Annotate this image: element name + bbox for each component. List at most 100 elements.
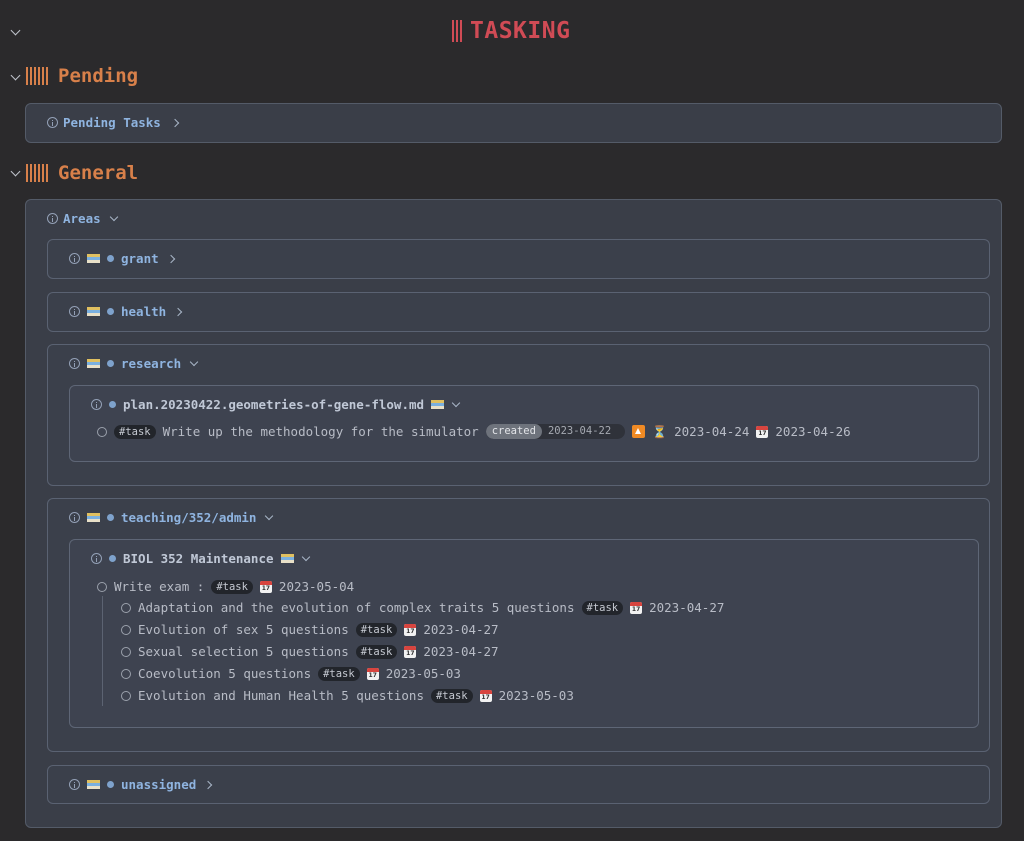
task-row: #task Write up the methodology for the s… [97, 424, 851, 439]
task-checkbox[interactable] [121, 624, 131, 635]
group-research-label[interactable]: research [121, 356, 181, 371]
teaching-file-header[interactable]: BIOL 352 Maintenance [91, 551, 310, 566]
info-icon[interactable] [91, 553, 102, 564]
task-tag[interactable]: #task [430, 688, 473, 703]
teaching-file-name[interactable]: BIOL 352 Maintenance [123, 551, 274, 566]
collapse-all-chevron-down-icon[interactable] [10, 25, 21, 36]
calendar-icon: 17 [366, 667, 379, 680]
info-icon[interactable] [47, 117, 58, 128]
task-tag[interactable]: #task [355, 622, 398, 637]
task-checkbox[interactable] [121, 646, 131, 657]
group-health: health [47, 292, 990, 332]
subtask-row: Coevolution 5 questions #task 17 2023-05… [121, 666, 461, 681]
group-health-header[interactable]: health [69, 304, 183, 319]
group-health-label[interactable]: health [121, 304, 166, 319]
group-unassigned-header[interactable]: unassigned [69, 777, 213, 792]
chevron-right-icon[interactable] [166, 254, 175, 263]
group-teaching-header[interactable]: teaching/352/admin [69, 510, 274, 525]
scheduled-date: 2023-04-24 [674, 424, 750, 439]
task-text: Write up the methodology for the simulat… [162, 424, 479, 439]
parent-task-text: Write exam : [114, 579, 205, 594]
task-tag[interactable]: #task [211, 579, 253, 594]
task-tag[interactable]: #task [318, 666, 360, 681]
task-tag[interactable]: #task [355, 644, 398, 659]
chevron-down-icon[interactable] [189, 357, 199, 367]
info-icon[interactable] [69, 253, 80, 264]
group-grant-header[interactable]: grant [69, 251, 175, 266]
bullet-dot-icon [107, 308, 114, 315]
calendar-icon: 17 [404, 645, 417, 658]
info-icon[interactable] [91, 399, 102, 410]
calendar-icon: 17 [404, 623, 417, 636]
chevron-right-icon[interactable] [170, 118, 180, 127]
chevron-right-icon[interactable] [173, 307, 183, 316]
pending-tasks-label[interactable]: Pending Tasks [63, 115, 161, 130]
bullet-dot-icon [109, 555, 116, 562]
card-index-dividers-icon [87, 253, 100, 264]
group-unassigned-label[interactable]: unassigned [121, 777, 196, 792]
title-bars-icon [452, 20, 462, 42]
bullet-dot-icon [107, 360, 114, 367]
chevron-down-icon[interactable] [109, 212, 118, 222]
general-collapse-chevron-down-icon[interactable] [10, 166, 21, 177]
group-grant: grant [47, 239, 990, 279]
group-unassigned: unassigned [47, 765, 990, 804]
task-tag[interactable]: #task [114, 424, 156, 439]
created-label: created [485, 424, 542, 439]
info-icon[interactable] [47, 213, 58, 224]
info-icon[interactable] [69, 306, 80, 317]
task-checkbox[interactable] [121, 690, 131, 701]
subtask-text: Coevolution 5 questions [138, 666, 312, 681]
due-date: 2023-04-27 [423, 622, 499, 637]
info-icon[interactable] [69, 358, 80, 369]
chevron-down-icon[interactable] [451, 398, 461, 408]
general-bars-icon [26, 164, 48, 182]
pending-heading-group: Pending [26, 65, 138, 87]
calendar-icon: 17 [630, 601, 643, 614]
chevron-right-icon[interactable] [204, 780, 213, 789]
bullet-dot-icon [107, 781, 114, 788]
areas-header[interactable]: Areas [47, 211, 118, 226]
chevron-down-icon[interactable] [301, 552, 310, 562]
chevron-down-icon[interactable] [265, 511, 274, 521]
subtask-row: Adaptation and the evolution of complex … [121, 600, 724, 615]
card-index-dividers-icon [431, 399, 445, 410]
due-date: 2023-04-27 [649, 600, 725, 615]
page-title: TASKING [470, 18, 571, 44]
group-research-header[interactable]: research [69, 356, 199, 371]
due-date: 2023-04-27 [423, 644, 499, 659]
pending-heading: Pending [58, 65, 139, 87]
task-checkbox[interactable] [121, 668, 131, 679]
priority-up-icon [632, 425, 646, 438]
subtask-text: Evolution of sex 5 questions [138, 622, 349, 637]
card-index-dividers-icon [87, 306, 100, 317]
task-checkbox[interactable] [97, 426, 107, 437]
pending-bars-icon [26, 67, 48, 85]
group-grant-label[interactable]: grant [121, 251, 159, 266]
bullet-dot-icon [109, 401, 116, 408]
general-heading: General [58, 162, 139, 184]
card-index-dividers-icon [280, 553, 294, 564]
created-badge: created 2023-04-22 [485, 424, 626, 439]
info-icon[interactable] [69, 779, 80, 790]
card-index-dividers-icon [87, 512, 100, 523]
hourglass-icon: ⏳ [652, 424, 668, 439]
card-index-dividers-icon [87, 358, 100, 369]
info-icon[interactable] [69, 512, 80, 523]
group-teaching-label[interactable]: teaching/352/admin [121, 510, 256, 525]
research-file-name[interactable]: plan.20230422.geometries-of-gene-flow.md [123, 397, 424, 412]
task-tag[interactable]: #task [581, 600, 624, 615]
subtask-text: Adaptation and the evolution of complex … [138, 600, 575, 615]
calendar-icon: 17 [479, 689, 492, 702]
subtask-row: Evolution of sex 5 questions #task 17 20… [121, 622, 499, 637]
pending-collapse-chevron-down-icon[interactable] [10, 70, 21, 81]
research-file-header[interactable]: plan.20230422.geometries-of-gene-flow.md [91, 397, 461, 412]
task-checkbox[interactable] [97, 581, 107, 592]
calendar-icon: 17 [259, 580, 272, 593]
subtask-indent-line [102, 596, 103, 706]
areas-label[interactable]: Areas [63, 211, 101, 226]
general-heading-group: General [26, 162, 138, 184]
pending-tasks-header[interactable]: Pending Tasks [47, 115, 180, 130]
research-file-panel: plan.20230422.geometries-of-gene-flow.md… [69, 385, 979, 462]
task-checkbox[interactable] [121, 602, 131, 613]
